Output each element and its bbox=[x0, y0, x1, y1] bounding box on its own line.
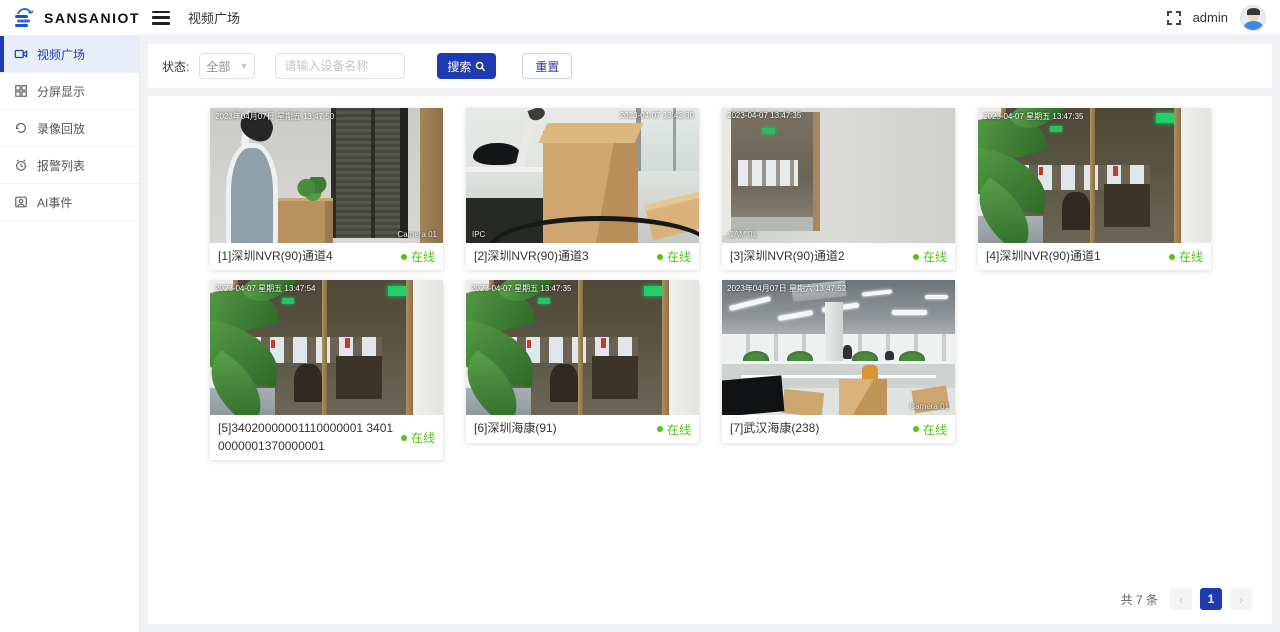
sidebar-item-label: 分屏显示 bbox=[37, 83, 85, 100]
online-dot-icon bbox=[401, 435, 407, 441]
next-page-button[interactable]: › bbox=[1230, 588, 1252, 610]
fullscreen-icon[interactable] bbox=[1167, 11, 1181, 25]
camera-thumbnail[interactable]: 2023-04-07 13:47:35 CAM 01 bbox=[722, 108, 955, 243]
sidebar-item-alarm-list[interactable]: 报警列表 bbox=[0, 147, 139, 184]
online-dot-icon bbox=[401, 254, 407, 260]
camera-card: 2023-04-07 星期五 13:47:54 [5]3402000000111… bbox=[210, 280, 443, 460]
pagination: 共 7 条 ‹ 1 › bbox=[1121, 588, 1252, 610]
camera-card: 2023-04-07 星期五 13:47:35 [4]深圳NVR(90)通道1 … bbox=[978, 108, 1211, 270]
app-logo: SANSANIOT bbox=[0, 8, 140, 28]
osd-timestamp: 2023-04-07 星期五 13:47:35 bbox=[983, 111, 1084, 122]
osd-camera-name: Camera 01 bbox=[397, 230, 437, 239]
online-dot-icon bbox=[657, 254, 663, 260]
avatar[interactable] bbox=[1240, 5, 1266, 31]
osd-timestamp: 2023-04-07 星期五 13:47:35 bbox=[471, 283, 572, 294]
camera-name: [6]深圳海康(91) bbox=[474, 420, 651, 437]
camera-list-panel: 2023年04月07日 星期五 13:47:50 Camera 01 [1]深圳… bbox=[148, 96, 1272, 624]
video-camera-icon bbox=[14, 47, 28, 61]
status-badge: 在线 bbox=[913, 421, 947, 438]
camera-name: [1]深圳NVR(90)通道4 bbox=[218, 248, 395, 265]
sidebar-item-split-screen[interactable]: 分屏显示 bbox=[0, 73, 139, 110]
top-header: SANSANIOT 视频广场 admin bbox=[0, 0, 1280, 36]
osd-timestamp: 2023年04月07日 星期五 13:47:50 bbox=[215, 111, 334, 122]
device-name-input[interactable] bbox=[275, 53, 405, 79]
main-content: 状态: 全部 ▼ 搜索 重置 2023年04月07日 星期五 13:47:50 … bbox=[140, 36, 1280, 632]
status-filter-label: 状态: bbox=[162, 58, 189, 75]
ai-event-icon bbox=[14, 195, 28, 209]
sidebar-item-label: 报警列表 bbox=[37, 157, 85, 174]
status-badge: 在线 bbox=[401, 429, 435, 446]
online-dot-icon bbox=[1169, 254, 1175, 260]
camera-card: 2023年04月07日 星期五 13:47:50 Camera 01 [1]深圳… bbox=[210, 108, 443, 270]
chevron-right-icon: › bbox=[1239, 592, 1243, 607]
status-badge: 在线 bbox=[1169, 248, 1203, 265]
status-badge: 在线 bbox=[913, 248, 947, 265]
osd-camera-name: CAM 01 bbox=[728, 230, 757, 239]
camera-name: [3]深圳NVR(90)通道2 bbox=[730, 248, 907, 265]
camera-grid: 2023年04月07日 星期五 13:47:50 Camera 01 [1]深圳… bbox=[210, 108, 1272, 460]
sidebar-item-ai-events[interactable]: AI事件 bbox=[0, 184, 139, 221]
page-button-1[interactable]: 1 bbox=[1200, 588, 1222, 610]
chevron-left-icon: ‹ bbox=[1179, 592, 1183, 607]
camera-thumbnail[interactable]: 2023年04月07日 星期六 13:47:52 Camera 01 bbox=[722, 280, 955, 415]
search-icon bbox=[475, 61, 486, 72]
online-dot-icon bbox=[913, 426, 919, 432]
osd-timestamp: 2023-04-07 星期五 13:47:54 bbox=[215, 283, 316, 294]
status-badge: 在线 bbox=[657, 248, 691, 265]
camera-thumbnail[interactable]: 2023年04月07日 星期五 13:47:50 Camera 01 bbox=[210, 108, 443, 243]
menu-toggle-icon[interactable] bbox=[152, 11, 170, 25]
logo-text: SANSANIOT bbox=[44, 10, 140, 26]
online-dot-icon bbox=[913, 254, 919, 260]
camera-card: 2023-04-07 13:42:30 IPC [2]深圳NVR(90)通道3 … bbox=[466, 108, 699, 270]
camera-name: [7]武汉海康(238) bbox=[730, 420, 907, 437]
osd-timestamp: 2023-04-07 13:42:30 bbox=[620, 111, 694, 120]
status-badge: 在线 bbox=[657, 421, 691, 438]
sidebar-item-label: 录像回放 bbox=[37, 120, 85, 137]
status-select[interactable]: 全部 ▼ bbox=[199, 53, 255, 79]
search-button[interactable]: 搜索 bbox=[437, 53, 496, 79]
camera-card: 2023-04-07 星期五 13:47:35 [6]深圳海康(91) 在线 bbox=[466, 280, 699, 442]
sidebar-item-playback[interactable]: 录像回放 bbox=[0, 110, 139, 147]
username[interactable]: admin bbox=[1193, 10, 1228, 25]
camera-card: 2023-04-07 13:47:35 CAM 01 [3]深圳NVR(90)通… bbox=[722, 108, 955, 270]
osd-timestamp: 2023年04月07日 星期六 13:47:52 bbox=[727, 283, 846, 294]
page-title: 视频广场 bbox=[188, 8, 240, 27]
camera-thumbnail[interactable]: 2023-04-07 星期五 13:47:35 bbox=[466, 280, 699, 415]
osd-camera-name: Camera 01 bbox=[909, 402, 949, 411]
online-dot-icon bbox=[657, 426, 663, 432]
sidebar-item-label: 视频广场 bbox=[37, 46, 85, 63]
search-button-label: 搜索 bbox=[447, 58, 471, 75]
sidebar-item-label: AI事件 bbox=[37, 194, 72, 211]
status-badge: 在线 bbox=[401, 248, 435, 265]
logo-icon bbox=[12, 8, 38, 28]
camera-name: [4]深圳NVR(90)通道1 bbox=[986, 248, 1163, 265]
filter-bar: 状态: 全部 ▼ 搜索 重置 bbox=[148, 44, 1272, 88]
camera-thumbnail[interactable]: 2023-04-07 星期五 13:47:54 bbox=[210, 280, 443, 415]
sidebar-item-video-plaza[interactable]: 视频广场 bbox=[0, 36, 139, 73]
camera-card: 2023年04月07日 星期六 13:47:52 Camera 01 [7]武汉… bbox=[722, 280, 955, 442]
alarm-icon bbox=[14, 158, 28, 172]
reset-button[interactable]: 重置 bbox=[522, 53, 572, 79]
camera-thumbnail[interactable]: 2023-04-07 星期五 13:47:35 bbox=[978, 108, 1211, 243]
osd-timestamp: 2023-04-07 13:47:35 bbox=[727, 111, 801, 120]
sidebar: 视频广场 分屏显示 录像回放 报警列表 AI事件 bbox=[0, 36, 140, 632]
status-select-value: 全部 bbox=[206, 58, 230, 75]
camera-name: [2]深圳NVR(90)通道3 bbox=[474, 248, 651, 265]
pagination-total: 共 7 条 bbox=[1121, 591, 1158, 608]
prev-page-button[interactable]: ‹ bbox=[1170, 588, 1192, 610]
split-screen-icon bbox=[14, 84, 28, 98]
camera-thumbnail[interactable]: 2023-04-07 13:42:30 IPC bbox=[466, 108, 699, 243]
osd-camera-name: IPC bbox=[472, 230, 485, 239]
playback-icon bbox=[14, 121, 28, 135]
camera-name: [5]34020000001110000001 3401000000137000… bbox=[218, 420, 395, 455]
chevron-down-icon: ▼ bbox=[239, 61, 248, 71]
